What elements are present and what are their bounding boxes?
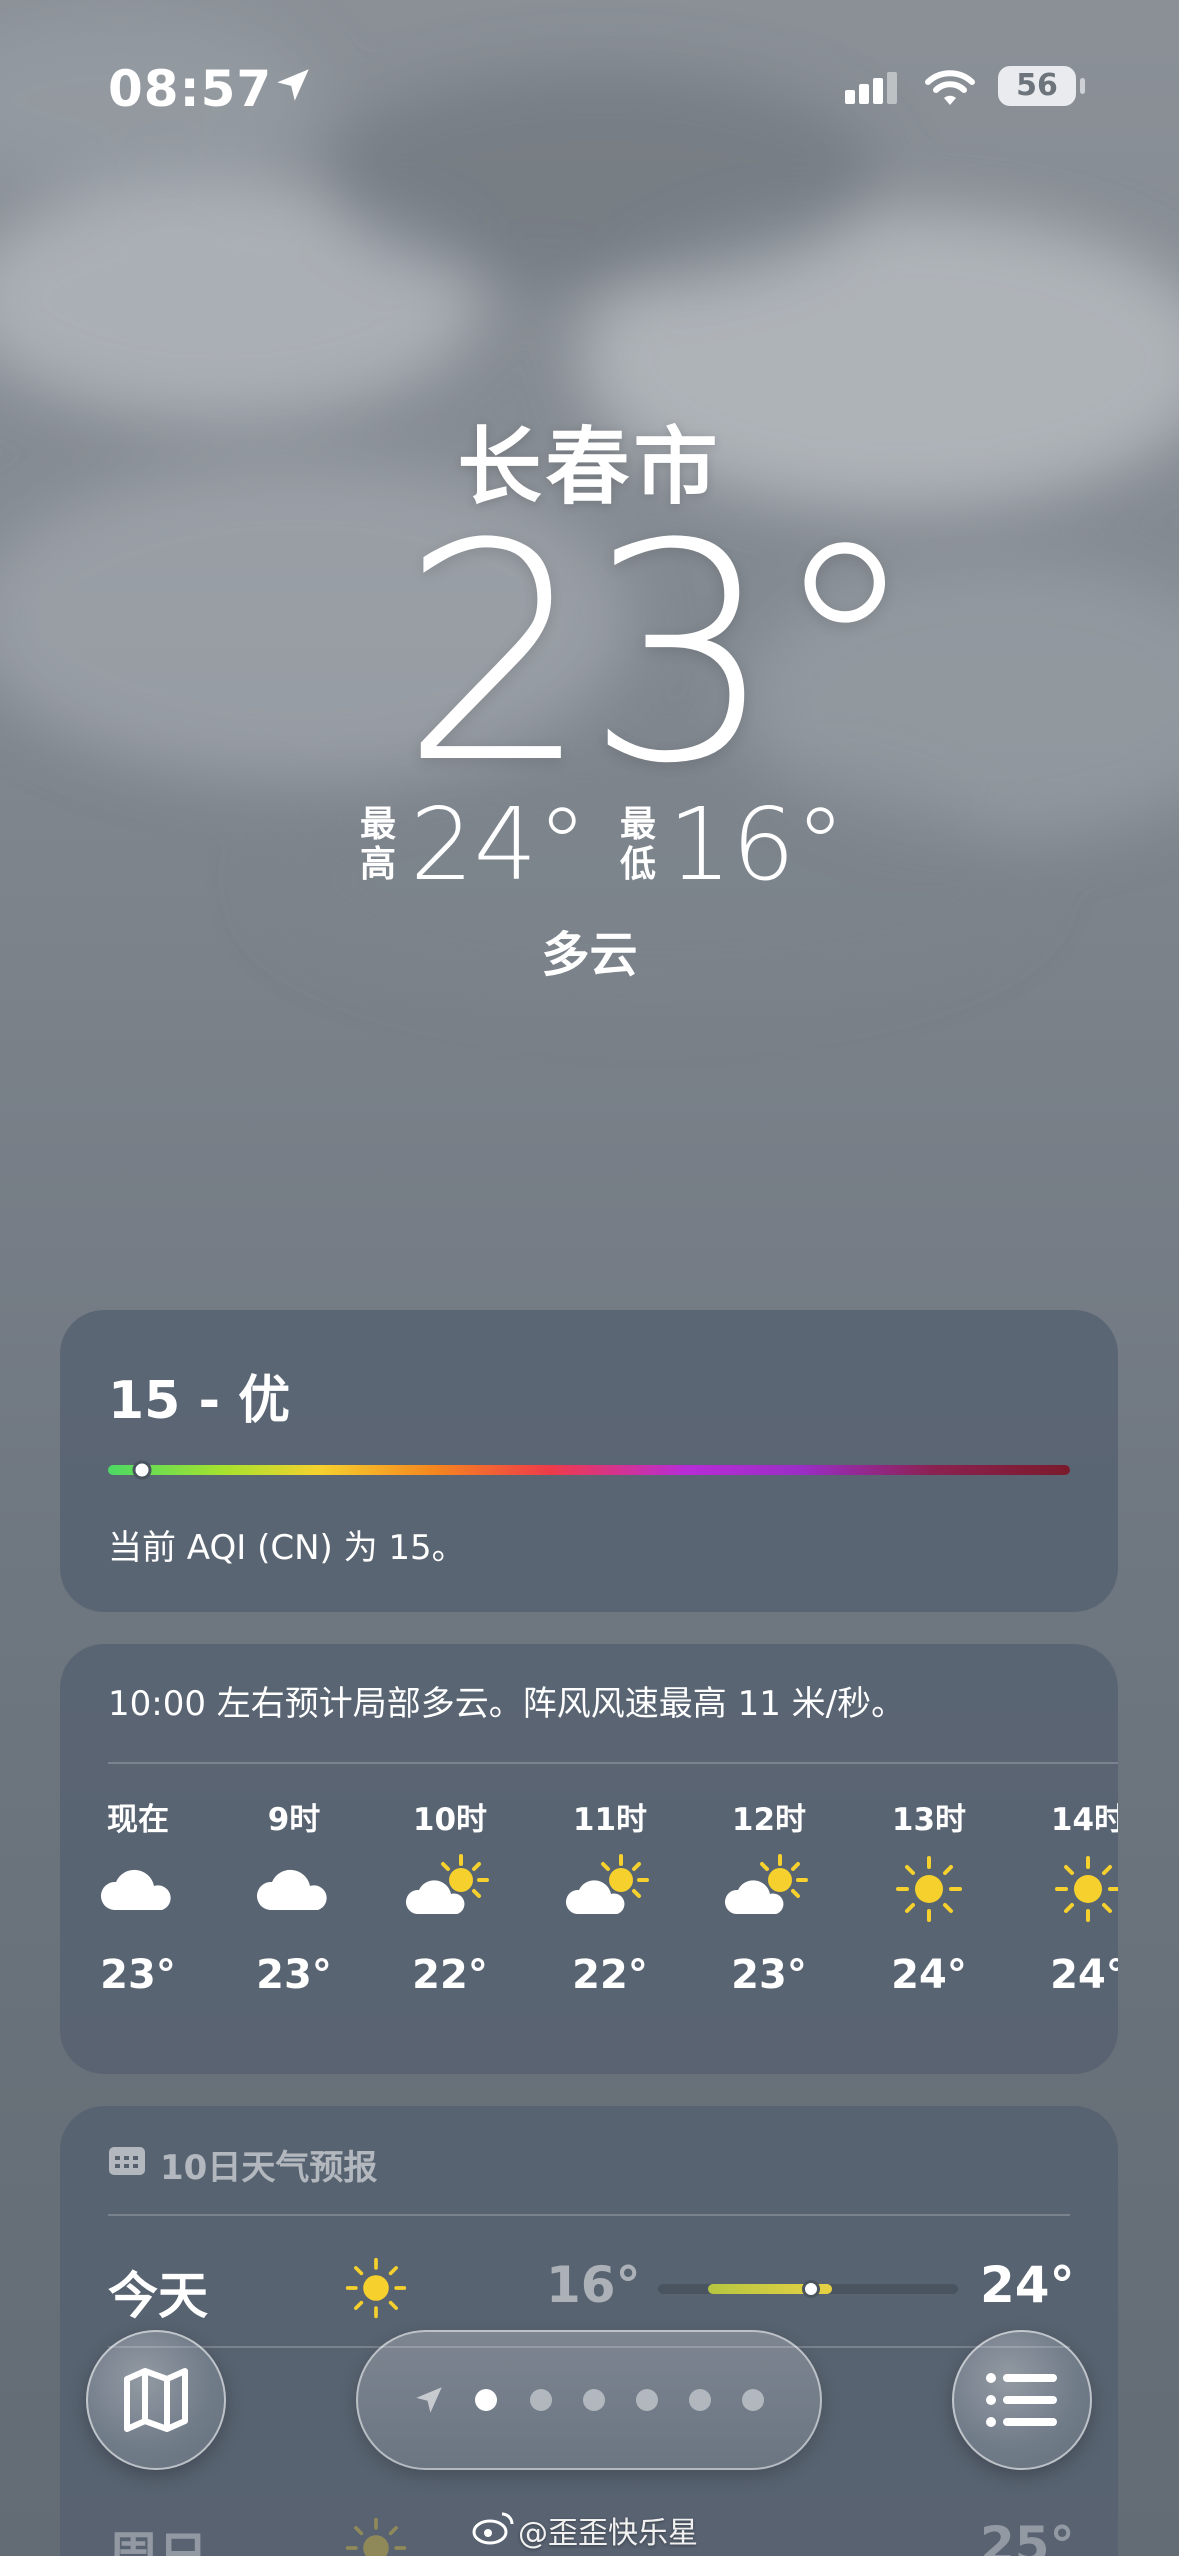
list-icon [986,2373,1057,2427]
air-quality-card[interactable]: 15 - 优 当前 AQI (CN) 为 15。 [60,1310,1118,1612]
page-dot[interactable] [689,2389,711,2411]
status-bar: 08:57 56 [0,60,1179,150]
hour-temperature: 22° [412,1952,488,1998]
temperature-range-bar [658,2280,958,2298]
wifi-icon [925,70,975,105]
location-pager[interactable] [356,2330,822,2470]
location-arrow-icon[interactable] [412,2383,446,2417]
sun-icon [896,1856,962,1922]
status-time: 08:57 [108,60,273,118]
weather-condition: 多云 [541,927,638,983]
day-low-temperature: 16° [546,2256,641,2314]
hour-temperature: 24° [1050,1952,1118,1998]
hour-label: 11时 [572,1802,648,1838]
hour-temperature: 23° [256,1952,332,1998]
page-dot[interactable] [636,2389,658,2411]
hour-label: 9时 [267,1802,321,1838]
current-temperature: 23° [400,480,920,829]
aqi-description: 当前 AQI (CN) 为 15。 [108,1528,466,1568]
aqi-title: 15 - 优 [108,1371,291,1431]
map-button[interactable] [86,2330,226,2470]
hour-temperature: 23° [731,1952,807,1998]
sun-icon [345,2257,407,2319]
low-label: 最低 [619,804,656,885]
page-dot[interactable] [742,2389,764,2411]
partly-cloudy-icon [405,1854,489,1914]
aqi-indicator-dot [132,1460,152,1480]
current-temperature-dot [802,2280,820,2298]
hour-item: 14时 24° [1018,1794,1118,1998]
location-arrow-icon [277,69,309,101]
hour-label: 10时 [412,1802,488,1838]
day-high-temperature: 24° [980,2256,1075,2314]
high-temperature: 24° [410,786,588,903]
map-icon [124,2368,188,2432]
hour-item: 现在 23° [68,1794,208,1998]
hourly-divider [108,1762,1118,1764]
watermark-text: @歪歪快乐星 [518,2516,698,2551]
page-dot[interactable] [530,2389,552,2411]
ten-day-header: 10日天气预报 [160,2148,378,2188]
partly-cloudy-icon [565,1854,649,1914]
hour-label: 13时 [891,1802,967,1838]
hour-item: 10时 22° [380,1794,520,1998]
day-name: 周日 [108,2527,208,2556]
hourly-forecast-card[interactable]: 10:00 左右预计局部多云。阵风风速最高 11 米/秒。 现在 23° 9时 … [60,1644,1118,2074]
hour-item: 11时 22° [540,1794,680,1998]
aqi-scale-bar [108,1460,1070,1480]
day-name: 今天 [108,2267,208,2325]
hour-temperature: 23° [100,1952,176,1998]
cellular-signal-icon [845,72,897,104]
cloud-icon [256,1869,327,1910]
page-dot[interactable] [583,2389,605,2411]
low-temperature: 16° [668,786,846,903]
hour-item: 13时 24° [859,1794,999,1998]
high-low-temperature: 最高 24° 最低 16° [0,795,1179,895]
hour-label: 14时 [1050,1802,1118,1838]
page-dot[interactable] [475,2389,497,2411]
hourly-summary: 10:00 左右预计局部多云。阵风风速最高 11 米/秒。 [108,1684,906,1724]
day-high-temperature: 25° [980,2516,1075,2556]
hour-temperature: 22° [572,1952,648,1998]
cloud-icon [100,1869,171,1910]
location-list-button[interactable] [952,2330,1092,2470]
sun-icon [345,2517,407,2556]
hour-label: 12时 [731,1802,807,1838]
sun-icon [1055,1856,1118,1922]
partly-cloudy-icon [724,1854,808,1914]
battery-indicator: 56 [998,66,1076,106]
calendar-icon [109,2147,145,2175]
daily-divider [108,2214,1070,2216]
hour-temperature: 24° [891,1952,967,1998]
hour-label: 现在 [107,1802,169,1838]
hour-item: 9时 23° [224,1794,364,1998]
battery-tip [1080,78,1085,94]
hour-item: 12时 23° [699,1794,839,1998]
high-label: 最高 [359,804,396,885]
weibo-logo-icon [472,2512,514,2545]
